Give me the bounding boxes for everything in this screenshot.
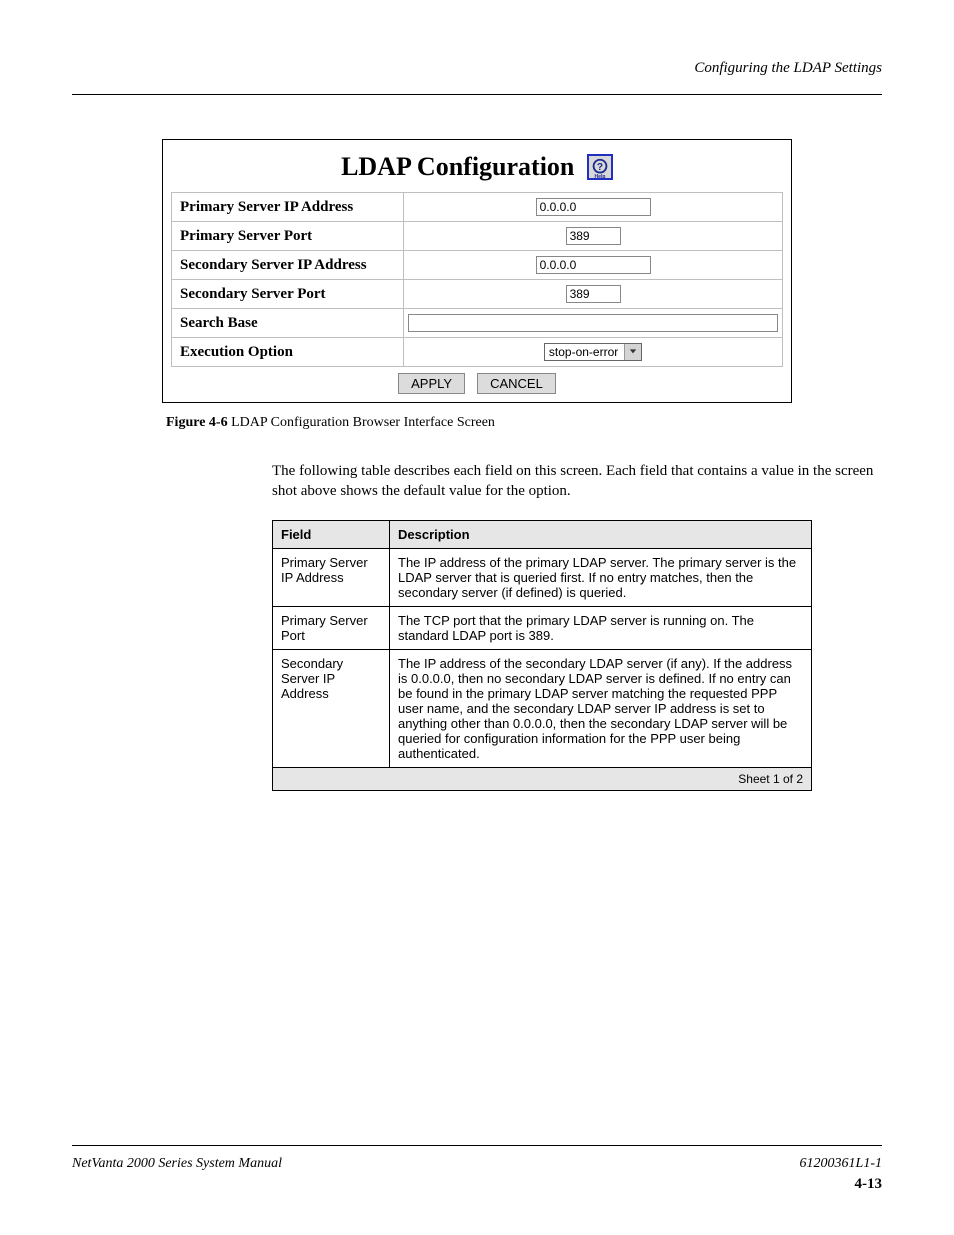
apply-button[interactable]: APPLY: [398, 373, 465, 394]
table-footer-row: Sheet 1 of 2: [273, 767, 812, 790]
body-paragraph: The following table describes each field…: [72, 461, 882, 502]
help-icon[interactable]: ? Help: [587, 154, 613, 180]
header-section-title: Configuring the LDAP Settings: [694, 60, 882, 77]
svg-text:?: ?: [597, 162, 603, 173]
panel-title: LDAP Configuration: [341, 152, 574, 181]
secondary-port-input[interactable]: [566, 285, 621, 303]
secondary-ip-input[interactable]: [536, 256, 651, 274]
def-header-field: Field: [273, 520, 390, 548]
table-row: Primary Server Port The TCP port that th…: [273, 606, 812, 649]
svg-text:Help: Help: [594, 174, 605, 179]
def-field-2: Secondary Server IP Address: [273, 649, 390, 767]
figure-caption: Figure 4-6 LDAP Configuration Browser In…: [72, 415, 882, 431]
search-base-input[interactable]: [408, 314, 778, 332]
def-field-1: Primary Server Port: [273, 606, 390, 649]
chevron-down-icon: [624, 344, 641, 360]
table-row: Primary Server IP Address The IP address…: [273, 548, 812, 606]
exec-option-select[interactable]: stop-on-error: [544, 343, 642, 361]
page-footer: NetVanta 2000 Series System Manual 61200…: [72, 1145, 882, 1193]
def-desc-1: The TCP port that the primary LDAP serve…: [390, 606, 812, 649]
primary-port-label: Primary Server Port: [172, 222, 404, 251]
config-table: Primary Server IP Address Primary Server…: [171, 192, 783, 367]
footer-left: NetVanta 2000 Series System Manual: [72, 1156, 282, 1172]
secondary-port-label: Secondary Server Port: [172, 280, 404, 309]
sheet-indicator: Sheet 1 of 2: [273, 767, 812, 790]
footer-doc-number: 61200361L1-1: [800, 1156, 882, 1172]
exec-option-value: stop-on-error: [545, 344, 624, 360]
table-row: Secondary Server IP Address The IP addre…: [273, 649, 812, 767]
def-desc-0: The IP address of the primary LDAP serve…: [390, 548, 812, 606]
def-header-desc: Description: [390, 520, 812, 548]
primary-ip-label: Primary Server IP Address: [172, 193, 404, 222]
exec-option-label: Execution Option: [172, 338, 404, 367]
def-desc-2: The IP address of the secondary LDAP ser…: [390, 649, 812, 767]
cancel-button[interactable]: CANCEL: [477, 373, 556, 394]
figure-label: Figure 4-6: [166, 415, 228, 430]
search-base-label: Search Base: [172, 309, 404, 338]
primary-port-input[interactable]: [566, 227, 621, 245]
ldap-config-panel: LDAP Configuration ? Help Primary Server…: [162, 139, 792, 403]
primary-ip-input[interactable]: [536, 198, 651, 216]
secondary-ip-label: Secondary Server IP Address: [172, 251, 404, 280]
def-field-0: Primary Server IP Address: [273, 548, 390, 606]
definition-table: Field Description Primary Server IP Addr…: [272, 520, 812, 791]
footer-page-number: 4-13: [800, 1176, 882, 1193]
figure-text: LDAP Configuration Browser Interface Scr…: [231, 415, 495, 430]
page-header: Configuring the LDAP Settings: [72, 50, 882, 95]
